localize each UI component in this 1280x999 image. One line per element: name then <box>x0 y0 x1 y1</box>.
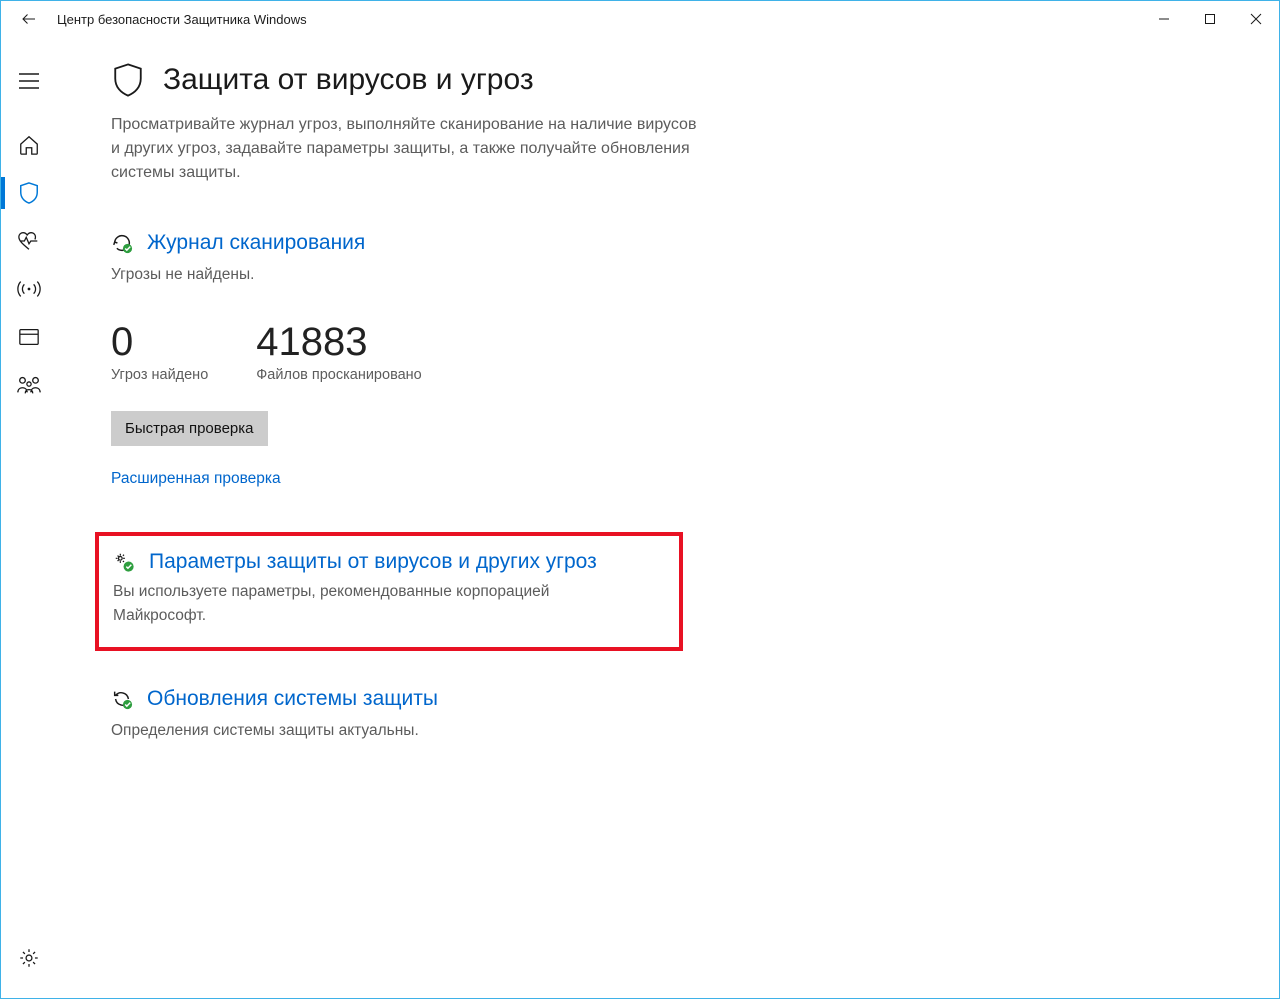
threats-label: Угроз найдено <box>111 367 208 383</box>
page-title: Защита от вирусов и угроз <box>163 63 534 97</box>
gears-ok-icon <box>113 551 135 573</box>
quick-scan-button[interactable]: Быстрая проверка <box>111 411 268 446</box>
close-icon <box>1250 13 1262 25</box>
title-bar: Центр безопасности Защитника Windows <box>1 1 1279 37</box>
sync-ok-icon <box>111 688 133 710</box>
back-arrow-icon <box>20 10 38 28</box>
files-label: Файлов просканировано <box>256 367 421 383</box>
refresh-ok-icon <box>111 232 133 254</box>
sidebar-home[interactable] <box>1 121 57 169</box>
scan-history-header[interactable]: Журнал сканирования <box>111 231 711 255</box>
sidebar-firewall[interactable] <box>1 265 57 313</box>
threats-count: 0 <box>111 320 208 365</box>
window-title: Центр безопасности Защитника Windows <box>57 12 1141 27</box>
maximize-icon <box>1204 13 1216 25</box>
scan-status: Угрозы не найдены. <box>111 263 711 286</box>
home-icon <box>18 134 40 156</box>
updates-header[interactable]: Обновления системы защиты <box>111 687 711 711</box>
hamburger-icon <box>19 73 39 89</box>
antenna-icon <box>17 278 41 300</box>
close-button[interactable] <box>1233 3 1279 35</box>
sidebar-settings[interactable] <box>1 934 57 982</box>
maximize-button[interactable] <box>1187 3 1233 35</box>
app-browser-icon <box>18 327 40 347</box>
scan-history-title: Журнал сканирования <box>147 231 365 255</box>
scan-stats: 0 Угроз найдено 41883 Файлов просканиров… <box>111 320 711 383</box>
files-stat: 41883 Файлов просканировано <box>256 320 421 383</box>
sidebar-family[interactable] <box>1 361 57 409</box>
app-body: Защита от вирусов и угроз Просматривайте… <box>1 37 1279 998</box>
scan-history-section: Журнал сканирования Угрозы не найдены. 0… <box>111 231 711 488</box>
sidebar-hamburger[interactable] <box>1 57 57 105</box>
page-description: Просматривайте журнал угроз, выполняйте … <box>111 113 701 185</box>
protection-settings-desc: Вы используете параметры, рекомендованны… <box>113 580 633 627</box>
protection-settings-header[interactable]: Параметры защиты от вирусов и других угр… <box>113 550 665 574</box>
updates-section: Обновления системы защиты Определения си… <box>111 687 711 742</box>
advanced-scan-link[interactable]: Расширенная проверка <box>111 470 281 488</box>
files-count: 41883 <box>256 320 421 365</box>
gear-icon <box>18 947 40 969</box>
sidebar <box>1 37 57 998</box>
updates-title: Обновления системы защиты <box>147 687 438 711</box>
updates-desc: Определения системы защиты актуальны. <box>111 719 711 742</box>
minimize-button[interactable] <box>1141 3 1187 35</box>
threats-stat: 0 Угроз найдено <box>111 320 208 383</box>
protection-settings-title: Параметры защиты от вирусов и других угр… <box>149 550 597 574</box>
shield-large-icon <box>111 61 145 99</box>
page-header: Защита от вирусов и угроз <box>111 61 1239 99</box>
back-button[interactable] <box>13 3 45 35</box>
minimize-icon <box>1158 13 1170 25</box>
sidebar-app-browser[interactable] <box>1 313 57 361</box>
sidebar-shield[interactable] <box>1 169 57 217</box>
shield-icon <box>18 181 40 205</box>
window-controls <box>1141 3 1279 35</box>
protection-settings-section: Параметры защиты от вирусов и других угр… <box>95 532 683 651</box>
sidebar-health[interactable] <box>1 217 57 265</box>
heart-pulse-icon <box>17 230 41 252</box>
family-icon <box>16 375 42 395</box>
main-content: Защита от вирусов и угроз Просматривайте… <box>57 37 1279 998</box>
